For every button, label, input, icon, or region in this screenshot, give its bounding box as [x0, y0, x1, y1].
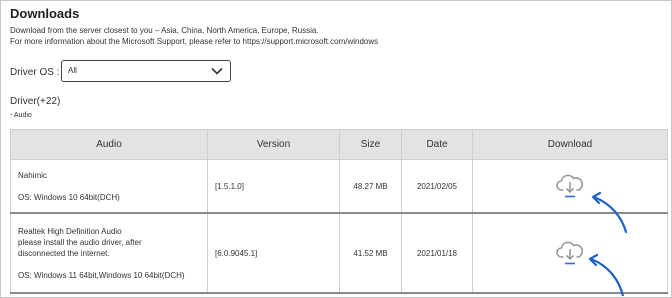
- driver-os: OS: Windows 11 64bit,Windows 10 64bit(DC…: [18, 270, 185, 280]
- column-header-audio: Audio: [10, 129, 208, 160]
- driver-os: OS: Windows 10 64bit(DCH): [18, 192, 120, 202]
- page-title: Downloads: [10, 6, 80, 21]
- download-cell: [472, 159, 668, 214]
- column-header-date: Date: [401, 129, 473, 160]
- driver-date: 2021/02/05: [401, 159, 473, 214]
- driver-version: [1.5.1.0]: [207, 159, 340, 214]
- driver-date: 2021/01/18: [401, 213, 473, 294]
- column-header-version: Version: [207, 129, 340, 160]
- download-button[interactable]: [555, 240, 585, 266]
- download-cell: [472, 213, 668, 294]
- driver-size: 48.27 MB: [339, 159, 402, 214]
- driver-version: [6.0.9045.1]: [207, 213, 340, 294]
- driver-count: Driver(+22): [10, 96, 61, 107]
- column-header-download: Download: [472, 129, 668, 160]
- driver-os-selected-value: All: [68, 66, 77, 75]
- driver-os-select[interactable]: All: [61, 60, 231, 82]
- chevron-down-icon: [211, 67, 223, 75]
- driver-name-cell: Realtek High Definition Audio please ins…: [10, 213, 208, 294]
- driver-category: - Audio: [10, 112, 32, 119]
- driver-os-label: Driver OS :: [10, 67, 60, 78]
- table-row: Nahimic OS: Windows 10 64bit(DCH) [1.5.1…: [10, 159, 668, 214]
- driver-name-cell: Nahimic OS: Windows 10 64bit(DCH): [10, 159, 208, 214]
- column-header-size: Size: [339, 129, 402, 160]
- cloud-download-icon: [556, 241, 584, 265]
- description-line-2: For more information about the Microsoft…: [10, 37, 379, 46]
- driver-size: 41.52 MB: [339, 213, 402, 294]
- driver-note-line-1: please install the audio driver, after: [18, 237, 142, 247]
- table-header-row: Audio Version Size Date Download: [10, 129, 668, 160]
- driver-name: Nahimic: [18, 170, 47, 180]
- table-row: Realtek High Definition Audio please ins…: [10, 213, 668, 294]
- download-button[interactable]: [555, 173, 585, 199]
- driver-name: Realtek High Definition Audio: [18, 226, 122, 236]
- cloud-download-icon: [556, 174, 584, 198]
- description-line-1: Download from the server closest to you …: [10, 26, 319, 35]
- driver-note-line-2: disconnected the internet.: [18, 248, 110, 258]
- downloads-table: Audio Version Size Date Download Nahimic…: [10, 129, 668, 294]
